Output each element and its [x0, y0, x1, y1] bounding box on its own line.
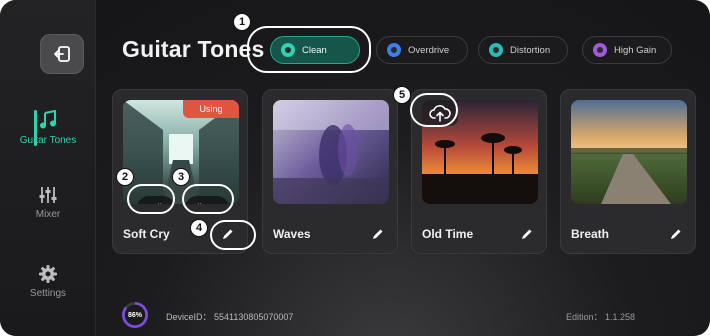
exit-icon [54, 46, 70, 62]
tone-thumbnail [273, 100, 389, 204]
tone-filter-label: Overdrive [408, 44, 450, 56]
tone-name: Breath [571, 227, 610, 241]
sidebar-item-guitar-tones[interactable]: Guitar Tones [0, 110, 96, 146]
tone-name: Waves [273, 227, 311, 241]
pencil-icon[interactable] [520, 227, 534, 241]
tone-filter-distortion[interactable]: Distortion [478, 36, 568, 64]
tone-filter-overdrive[interactable]: Overdrive [376, 36, 468, 64]
gear-icon [39, 265, 57, 283]
overdrive-dot-icon [387, 43, 401, 57]
tone-card-breath[interactable]: Breath [560, 89, 696, 254]
status-badge: Using [183, 100, 239, 118]
tone-name: Soft Cry [123, 227, 170, 241]
annotation-number: 2 [116, 168, 134, 186]
tone-filter-clean[interactable]: Clean [270, 36, 360, 64]
tone-filter-label: Clean [302, 44, 327, 56]
annotation-number: 5 [393, 86, 411, 104]
upload-button[interactable] [422, 100, 458, 126]
annotation-number: 3 [172, 168, 190, 186]
sidebar-item-settings[interactable]: Settings [0, 265, 96, 299]
edit-button[interactable]: Edit [137, 196, 175, 204]
distortion-dot-icon [489, 43, 503, 57]
sidebar-item-label: Mixer [35, 209, 61, 220]
tone-thumbnail [571, 100, 687, 204]
tone-filter-label: High Gain [614, 44, 657, 56]
back-button[interactable] [40, 34, 84, 74]
pencil-icon[interactable] [371, 227, 385, 241]
annotation-number: 1 [233, 13, 251, 31]
tone-filter-high-gain[interactable]: High Gain [582, 36, 672, 64]
page-title: Guitar Tones [122, 36, 265, 62]
sidebar-item-label: Guitar Tones [19, 135, 77, 146]
tone-name: Old Time [422, 227, 474, 241]
sliders-icon [39, 187, 57, 203]
tone-card-waves[interactable]: Waves [262, 89, 398, 254]
edition-version: Edition： 1.1.258 [566, 312, 636, 322]
tone-thumbnail [422, 100, 538, 204]
music-note-icon [40, 110, 56, 129]
cloud-upload-icon [429, 105, 451, 122]
library-button[interactable]: Library [185, 196, 229, 204]
tone-thumbnail: Using Edit Library [123, 100, 239, 204]
high-gain-dot-icon [593, 43, 607, 57]
battery-percent: 86% [127, 311, 142, 319]
battery-indicator: 86% [122, 302, 148, 328]
sidebar-item-label: Settings [29, 288, 67, 299]
tone-filter-label: Distortion [510, 44, 551, 56]
tone-card-old-time[interactable]: Old Time [411, 89, 547, 254]
clean-dot-icon [281, 43, 295, 57]
app-screen: Guitar Tones Mixer Settings Guitar Tones… [0, 0, 710, 336]
annotation-number: 4 [190, 219, 208, 237]
pencil-icon[interactable] [669, 227, 683, 241]
sidebar: Guitar Tones Mixer Settings [0, 0, 96, 336]
pencil-icon[interactable] [221, 227, 235, 241]
device-id: DeviceID： 5541130805070007 [166, 312, 294, 322]
sidebar-item-mixer[interactable]: Mixer [0, 186, 96, 220]
